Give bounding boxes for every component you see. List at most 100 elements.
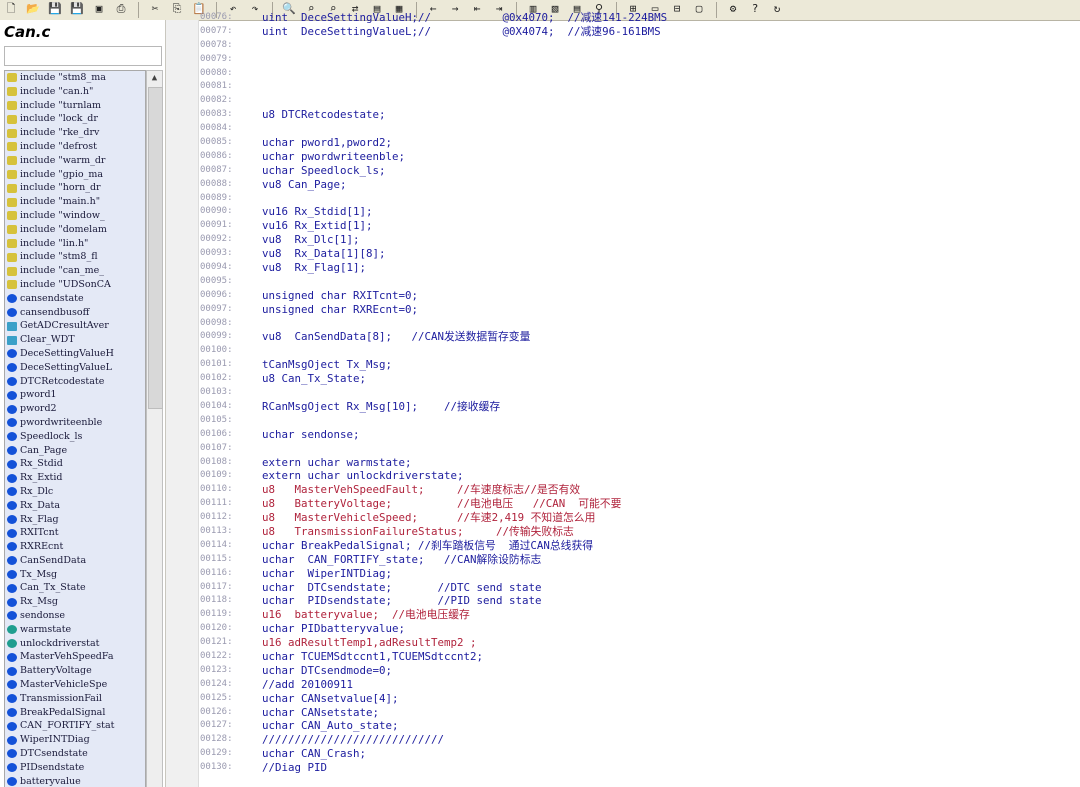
symbol-list-item[interactable]: Can_Tx_State (5, 581, 145, 595)
symbol-list-item[interactable]: Rx_Dlc (5, 485, 145, 499)
save-copy-icon[interactable]: ▣ (92, 2, 106, 16)
help-icon[interactable]: ? (748, 2, 762, 16)
code-line[interactable]: 00116: uchar WiperINTDiag; (200, 567, 667, 581)
symbol-list-item[interactable]: include "UDSonCA (5, 278, 145, 292)
code-line[interactable]: 00113: u8 TransmissionFailureStatus; //传输… (200, 525, 667, 539)
code-line[interactable]: 00126: uchar CANsetstate; (200, 706, 667, 720)
code-line[interactable]: 00112: u8 MasterVehicleSpeed; //车速2,419 不… (200, 511, 667, 525)
code-line[interactable]: 00099: vu8 CanSendData[8]; //CAN发送数据暂存变量 (200, 330, 667, 344)
cut-icon[interactable]: ✂ (148, 2, 162, 16)
symbol-list-item[interactable]: Tx_Msg (5, 568, 145, 582)
code-line[interactable]: 00078: (200, 39, 667, 53)
scroll-up-icon[interactable]: ▲ (147, 71, 162, 85)
code-line[interactable]: 00076: uint DeceSettingValueH;// @0x4070;… (200, 11, 667, 25)
symbol-list-item[interactable]: RXITcnt (5, 526, 145, 540)
code-line[interactable]: 00104: RCanMsgOject Rx_Msg[10]; //接收缓存 (200, 400, 667, 414)
symbol-list-item[interactable]: Rx_Flag (5, 513, 145, 527)
symbol-list-item[interactable]: DTCsendstate (5, 747, 145, 761)
layout-split-icon[interactable]: ⊟ (670, 2, 684, 16)
symbol-list-scrollbar[interactable]: ▲ (146, 70, 163, 787)
code-line[interactable]: 00092: vu8 Rx_Dlc[1]; (200, 233, 667, 247)
print-icon[interactable]: ⎙ (114, 2, 128, 16)
symbol-list-item[interactable]: include "gpio_ma (5, 168, 145, 182)
code-line[interactable]: 00087: uchar Speedlock_ls; (200, 164, 667, 178)
symbol-list-item[interactable]: include "can_me_ (5, 264, 145, 278)
symbol-list-item[interactable]: pwordwriteenble (5, 416, 145, 430)
symbol-list-item[interactable]: include "main.h" (5, 195, 145, 209)
symbol-list-item[interactable]: include "defrost (5, 140, 145, 154)
code-line[interactable]: 00080: (200, 67, 667, 81)
symbol-list-item[interactable]: GetADCresultAver (5, 319, 145, 333)
code-line[interactable]: 00103: (200, 386, 667, 400)
symbol-list-item[interactable]: RXREcnt (5, 540, 145, 554)
code-line[interactable]: 00101: tCanMsgOject Tx_Msg; (200, 358, 667, 372)
code-line[interactable]: 00089: (200, 192, 667, 206)
code-line[interactable]: 00077: uint DeceSettingValueL;// @0X4074;… (200, 25, 667, 39)
symbol-list-item[interactable]: Rx_Extid (5, 471, 145, 485)
layout-window-icon[interactable]: ▢ (692, 2, 706, 16)
symbol-list-item[interactable]: include "warm_dr (5, 154, 145, 168)
code-line[interactable]: 00081: (200, 80, 667, 94)
symbol-list-item[interactable]: DeceSettingValueH (5, 347, 145, 361)
code-line[interactable]: 00124: //add 20100911 (200, 678, 667, 692)
symbol-list-item[interactable]: sendonse (5, 609, 145, 623)
symbol-list-item[interactable]: cansendbusoff (5, 306, 145, 320)
code-line[interactable]: 00102: u8 Can_Tx_State; (200, 372, 667, 386)
code-line[interactable]: 00108: extern uchar warmstate; (200, 456, 667, 470)
symbol-list-item[interactable]: Can_Page (5, 444, 145, 458)
code-line[interactable]: 00100: (200, 344, 667, 358)
code-line[interactable]: 00125: uchar CANsetvalue[4]; (200, 692, 667, 706)
symbol-list-item[interactable]: include "stm8_ma (5, 71, 145, 85)
code-line[interactable]: 00117: uchar DTCsendstate; //DTC send sta… (200, 581, 667, 595)
symbol-list-item[interactable]: TransmissionFail (5, 692, 145, 706)
save-all-icon[interactable]: 💾 (70, 2, 84, 16)
symbol-list-item[interactable]: Rx_Stdid (5, 457, 145, 471)
code-line[interactable]: 00120: uchar PIDbatteryvalue; (200, 622, 667, 636)
code-line[interactable]: 00095: (200, 275, 667, 289)
symbol-list-item[interactable]: include "can.h" (5, 85, 145, 99)
symbol-list-item[interactable]: CAN_FORTIFY_stat (5, 719, 145, 733)
open-folder-icon[interactable]: 📂 (26, 2, 40, 16)
code-line[interactable]: 00088: vu8 Can_Page; (200, 178, 667, 192)
settings-icon[interactable]: ⚙ (726, 2, 740, 16)
code-line[interactable]: 00105: (200, 414, 667, 428)
code-line[interactable]: 00093: vu8 Rx_Data[1][8]; (200, 247, 667, 261)
code-line[interactable]: 00096: unsigned char RXITcnt=0; (200, 289, 667, 303)
code-line[interactable]: 00083: u8 DTCRetcodestate; (200, 108, 667, 122)
code-line[interactable]: 00121: u16 adResultTemp1,adResultTemp2 ; (200, 636, 667, 650)
symbol-list-item[interactable]: MasterVehSpeedFa (5, 650, 145, 664)
symbol-list-item[interactable]: unlockdriverstat (5, 637, 145, 651)
symbol-list-item[interactable]: DTCRetcodestate (5, 375, 145, 389)
code-line[interactable]: 00091: vu16 Rx_Extid[1]; (200, 219, 667, 233)
code-line[interactable]: 00110: u8 MasterVehSpeedFault; //车速度标志//是… (200, 483, 667, 497)
code-line[interactable]: 00111: u8 BatteryVoltage; //电池电压 //CAN 可能… (200, 497, 667, 511)
symbol-list-item[interactable]: BreakPedalSignal (5, 706, 145, 720)
symbol-list-item[interactable]: MasterVehicleSpe (5, 678, 145, 692)
code-line[interactable]: 00130: //Diag PID (200, 761, 667, 775)
symbol-list-item[interactable]: include "rke_drv (5, 126, 145, 140)
code-line[interactable]: 00123: uchar DTCsendmode=0; (200, 664, 667, 678)
code-line[interactable]: 00085: uchar pword1,pword2; (200, 136, 667, 150)
symbol-list-item[interactable]: BatteryVoltage (5, 664, 145, 678)
new-file-icon[interactable]: 🗋 (4, 2, 18, 16)
save-icon[interactable]: 💾 (48, 2, 62, 16)
code-line[interactable]: 00122: uchar TCUEMSdtccnt1,TCUEMSdtccnt2; (200, 650, 667, 664)
code-line[interactable]: 00128: //////////////////////////// (200, 733, 667, 747)
symbol-list-item[interactable]: pword1 (5, 388, 145, 402)
copy-icon[interactable]: ⎘ (170, 2, 184, 16)
symbol-list-item[interactable]: include "turnlam (5, 99, 145, 113)
code-line[interactable]: 00082: (200, 94, 667, 108)
code-line[interactable]: 00084: (200, 122, 667, 136)
symbol-list-item[interactable]: include "lin.h" (5, 237, 145, 251)
symbol-list-item[interactable]: include "window_ (5, 209, 145, 223)
symbol-list-item[interactable]: Clear_WDT (5, 333, 145, 347)
code-line[interactable]: 00129: uchar CAN_Crash; (200, 747, 667, 761)
code-line[interactable]: 00098: (200, 317, 667, 331)
symbol-list-item[interactable]: DeceSettingValueL (5, 361, 145, 375)
refresh-icon[interactable]: ↻ (770, 2, 784, 16)
code-line[interactable]: 00097: unsigned char RXREcnt=0; (200, 303, 667, 317)
code-line[interactable]: 00107: (200, 442, 667, 456)
code-line[interactable]: 00086: uchar pwordwriteenble; (200, 150, 667, 164)
symbol-list-item[interactable]: include "domelam (5, 223, 145, 237)
code-line[interactable]: 00118: uchar PIDsendstate; //PID send sta… (200, 594, 667, 608)
